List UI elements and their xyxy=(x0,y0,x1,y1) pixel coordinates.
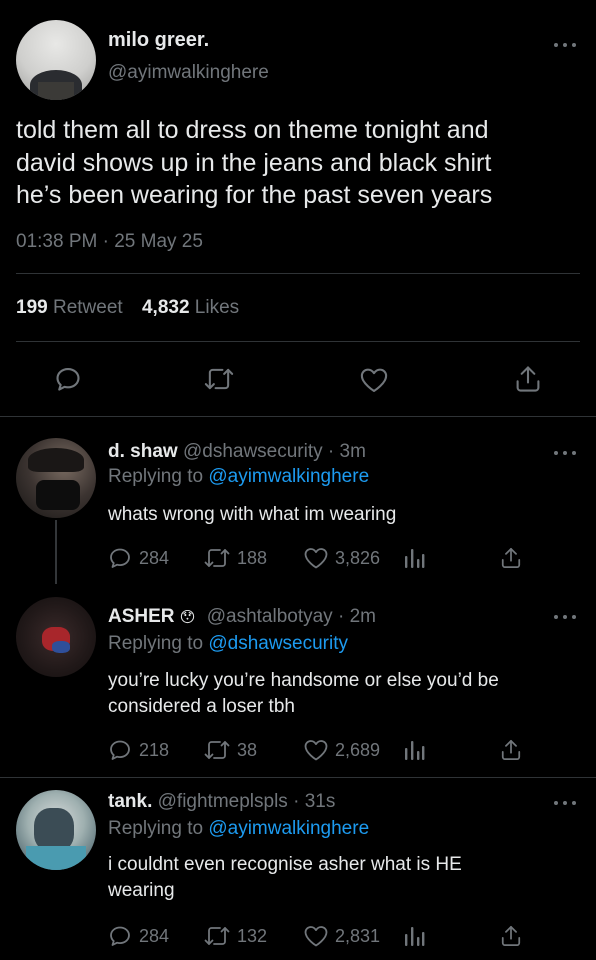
like-count: 2,831 xyxy=(335,926,381,946)
avatar-reply-3[interactable] xyxy=(16,790,96,870)
main-tweet-line: david shows up in the jeans and black sh… xyxy=(16,148,492,177)
avatar-reply-2[interactable] xyxy=(16,597,96,677)
main-tweet-text: told them all to dress on theme tonight … xyxy=(16,114,492,212)
retweet-count: 132 xyxy=(237,926,268,946)
reply-3-header: tank. @fightmeplspls · 31s xyxy=(108,791,335,813)
analytics-icon[interactable] xyxy=(403,925,425,947)
reply-1-display-name[interactable]: d. shaw xyxy=(108,441,178,462)
reply-2-time: · 2m xyxy=(337,606,376,627)
retweet-label: Retweet xyxy=(52,297,123,318)
analytics-icon[interactable] xyxy=(403,547,425,569)
likes-label: Likes xyxy=(194,297,240,318)
retweet-count: 199 xyxy=(16,297,48,318)
reply-text-line: i couldnt even recognise asher what is H… xyxy=(108,854,462,875)
divider xyxy=(0,416,596,417)
reply-text-line: wearing xyxy=(108,880,175,901)
reply-3-handle[interactable]: @fightmeplspls xyxy=(158,791,288,812)
retweet-icon[interactable] xyxy=(203,924,231,948)
retweet-icon[interactable] xyxy=(203,546,231,570)
replying-to-prefix: Replying to xyxy=(108,818,204,839)
reply-icon[interactable] xyxy=(54,365,82,393)
main-display-name[interactable]: milo greer. xyxy=(108,29,209,52)
retweet-stat[interactable]: 199 Retweet xyxy=(16,297,128,318)
divider xyxy=(16,273,580,274)
reply-2-emoji: 😯 xyxy=(179,609,196,626)
reply-3-time: · 31s xyxy=(293,791,336,812)
reply-text-line: considered a loser tbh xyxy=(108,696,295,717)
more-options-icon[interactable] xyxy=(554,798,576,808)
replying-to-mention[interactable]: @ayimwalkinghere xyxy=(208,818,369,839)
retweet-icon[interactable] xyxy=(203,365,235,393)
reply-count: 284 xyxy=(139,548,170,568)
reply-1-time: · 3m xyxy=(327,441,366,462)
like-icon[interactable] xyxy=(359,366,389,394)
like-icon[interactable] xyxy=(303,738,329,762)
reply-icon[interactable] xyxy=(108,924,132,948)
replying-to-prefix: Replying to xyxy=(108,633,204,654)
main-tweet-line: told them all to dress on theme tonight … xyxy=(16,116,489,144)
reply-3-text: i couldnt even recognise asher what is H… xyxy=(108,852,462,904)
reply-3-display-name[interactable]: tank. xyxy=(108,791,152,812)
share-icon[interactable] xyxy=(500,924,522,948)
thread-connector xyxy=(55,520,57,584)
reply-count: 218 xyxy=(139,740,170,760)
reply-1-handle[interactable]: @dshawsecurity xyxy=(183,441,323,462)
reply-2-text: you’re lucky you’re handsome or else you… xyxy=(108,668,499,720)
main-handle[interactable]: @ayimwalkinghere xyxy=(108,62,269,84)
likes-count: 4,832 xyxy=(141,297,190,318)
more-options-icon[interactable] xyxy=(554,612,576,622)
divider xyxy=(16,341,580,342)
reply-2-header: ASHER 😯 @ashtalbotyay · 2m xyxy=(108,606,376,628)
replying-to-mention[interactable]: @ayimwalkinghere xyxy=(208,466,369,487)
reply-2-display-name[interactable]: ASHER xyxy=(108,606,175,627)
reply-text-line: whats wrong with what im wearing xyxy=(108,504,397,525)
retweet-count: 38 xyxy=(237,740,258,760)
reply-icon[interactable] xyxy=(108,738,132,762)
like-icon[interactable] xyxy=(303,546,329,570)
main-timestamp[interactable]: 01:38 PM · 25 May 25 xyxy=(16,231,203,253)
avatar-main[interactable] xyxy=(16,20,96,100)
avatar-reply-1[interactable] xyxy=(16,438,96,518)
reply-2-replying-to: Replying to @dshawsecurity xyxy=(108,633,348,655)
share-icon[interactable] xyxy=(500,546,522,570)
reply-1-text: whats wrong with what im wearing xyxy=(108,502,396,527)
divider xyxy=(0,777,596,778)
reply-2-handle[interactable]: @ashtalbotyay xyxy=(207,606,333,627)
retweet-count: 188 xyxy=(237,548,268,568)
more-options-icon[interactable] xyxy=(554,40,576,50)
share-icon[interactable] xyxy=(514,364,542,394)
reply-text-line: you’re lucky you’re handsome or else you… xyxy=(108,670,499,691)
replying-to-mention[interactable]: @dshawsecurity xyxy=(208,633,348,654)
retweet-icon[interactable] xyxy=(203,738,231,762)
reply-1-replying-to: Replying to @ayimwalkinghere xyxy=(108,466,369,488)
analytics-icon[interactable] xyxy=(403,739,425,761)
replying-to-prefix: Replying to xyxy=(108,466,204,487)
reply-icon[interactable] xyxy=(108,546,132,570)
like-icon[interactable] xyxy=(303,924,329,948)
reply-count: 284 xyxy=(139,926,170,946)
reply-1-header: d. shaw @dshawsecurity · 3m xyxy=(108,441,366,463)
more-options-icon[interactable] xyxy=(554,448,576,458)
like-count: 3,826 xyxy=(335,548,381,568)
engagement-stats: 199 Retweet 4,832 Likes xyxy=(16,297,239,319)
reply-3-replying-to: Replying to @ayimwalkinghere xyxy=(108,818,369,840)
likes-stat[interactable]: 4,832 Likes xyxy=(142,297,239,318)
main-tweet-line: he’s been wearing for the past seven yea… xyxy=(16,181,493,209)
like-count: 2,689 xyxy=(335,740,381,760)
share-icon[interactable] xyxy=(500,738,522,762)
